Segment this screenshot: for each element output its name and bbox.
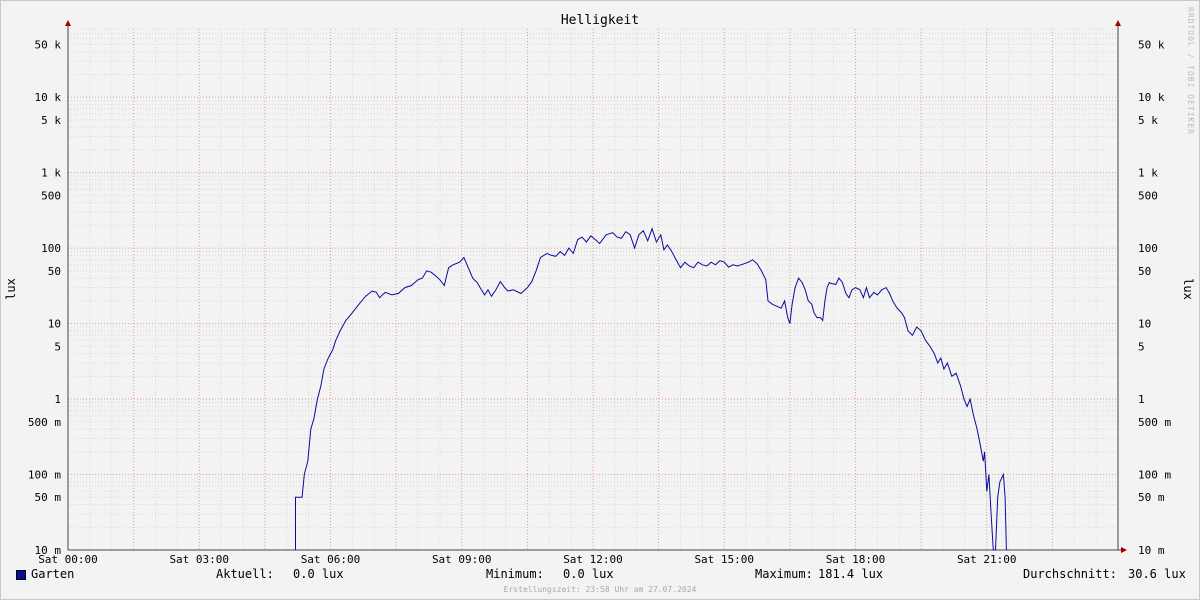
y-tick-label-left: 1 k bbox=[41, 167, 61, 180]
x-tick-labels: Sat 00:00 Sat 03:00 Sat 06:00 Sat 09:00 Sat … bbox=[38, 553, 1016, 566]
x-tick-label: Sat 18:00 bbox=[826, 553, 886, 566]
y-tick-label-right: 100 m bbox=[1138, 469, 1171, 482]
x-tick-label: Sat 06:00 bbox=[301, 553, 361, 566]
y-tick-label-left: 50 k bbox=[35, 38, 62, 51]
y-tick-label-left: 5 k bbox=[41, 114, 61, 127]
y-tick-label-left: 500 bbox=[41, 189, 61, 202]
rrd-graph: Helligkeit lux lux 50 k 50 k 10 k 10 k 5 k 5 … bbox=[0, 0, 1200, 600]
y-axis-arrow-left bbox=[65, 20, 71, 26]
x-tick-label: Sat 03:00 bbox=[169, 553, 229, 566]
chart-svg: Helligkeit lux lux 50 k 50 k 10 k 10 k 5 k 5 … bbox=[4, 13, 1195, 566]
legend-current-label: Aktuell: bbox=[216, 567, 274, 581]
y-tick-label-left: 50 m bbox=[35, 491, 62, 504]
y-axis-label-left: lux bbox=[4, 278, 18, 300]
legend-series-name: Garten bbox=[31, 567, 75, 581]
x-tick-label: Sat 21:00 bbox=[957, 553, 1017, 566]
legend-current-value: 0.0 lux bbox=[293, 567, 344, 581]
y-tick-label-left: 10 k bbox=[35, 91, 62, 104]
legend-max-label: Maximum: bbox=[755, 567, 813, 581]
y-tick-label-right: 500 bbox=[1138, 189, 1158, 202]
legend-avg-label: Durchschnitt: bbox=[1023, 567, 1117, 581]
legend-min-label: Minimum: bbox=[486, 567, 544, 581]
legend: Garten Aktuell: 0.0 lux Minimum: 0.0 lux… bbox=[1, 567, 1199, 585]
y-tick-label-left: 50 bbox=[48, 265, 61, 278]
y-tick-label-left: 10 bbox=[48, 318, 61, 331]
y-tick-label-right: 100 bbox=[1138, 242, 1158, 255]
legend-swatch-garten bbox=[16, 570, 26, 580]
y-tick-label-right: 10 m bbox=[1138, 544, 1165, 557]
x-tick-label: Sat 15:00 bbox=[694, 553, 754, 566]
grid-major bbox=[68, 29, 1118, 551]
y-tick-label-right: 5 bbox=[1138, 340, 1145, 353]
x-axis-arrow bbox=[1121, 547, 1127, 553]
x-tick-label: Sat 00:00 bbox=[38, 553, 98, 566]
footer-timestamp: Erstellungszeit: 23:58 Uhr am 27.07.2024 bbox=[503, 585, 697, 594]
legend-max-value: 181.4 lux bbox=[818, 567, 884, 581]
chart-title: Helligkeit bbox=[561, 13, 639, 28]
rrdtool-watermark: RRDTOOL / TOBI OETIKER bbox=[1186, 7, 1195, 135]
y-tick-label-right: 50 m bbox=[1138, 491, 1165, 504]
y-tick-label-right: 5 k bbox=[1138, 114, 1158, 127]
series-line-garten bbox=[295, 227, 1007, 551]
legend-min-value: 0.0 lux bbox=[563, 567, 614, 581]
y-tick-label-right: 10 k bbox=[1138, 91, 1165, 104]
y-tick-label-left: 5 bbox=[54, 340, 61, 353]
y-tick-label-right: 1 bbox=[1138, 393, 1145, 406]
y-tick-label-right: 50 bbox=[1138, 265, 1151, 278]
y-tick-label-left: 100 m bbox=[28, 469, 61, 482]
legend-avg-value: 30.6 lux bbox=[1128, 567, 1186, 581]
y-tick-label-right: 50 k bbox=[1138, 38, 1165, 51]
y-tick-label-right: 1 k bbox=[1138, 167, 1158, 180]
y-axis-arrow-right bbox=[1115, 20, 1121, 26]
y-tick-label-left: 100 bbox=[41, 242, 61, 255]
x-tick-label: Sat 12:00 bbox=[563, 553, 623, 566]
y-tick-label-right: 500 m bbox=[1138, 416, 1171, 429]
x-tick-label: Sat 09:00 bbox=[432, 553, 492, 566]
y-tick-label-left: 500 m bbox=[28, 416, 61, 429]
y-axis-label-right: lux bbox=[1181, 278, 1195, 300]
y-tick-label-right: 10 bbox=[1138, 318, 1151, 331]
y-tick-label-left: 1 bbox=[54, 393, 61, 406]
